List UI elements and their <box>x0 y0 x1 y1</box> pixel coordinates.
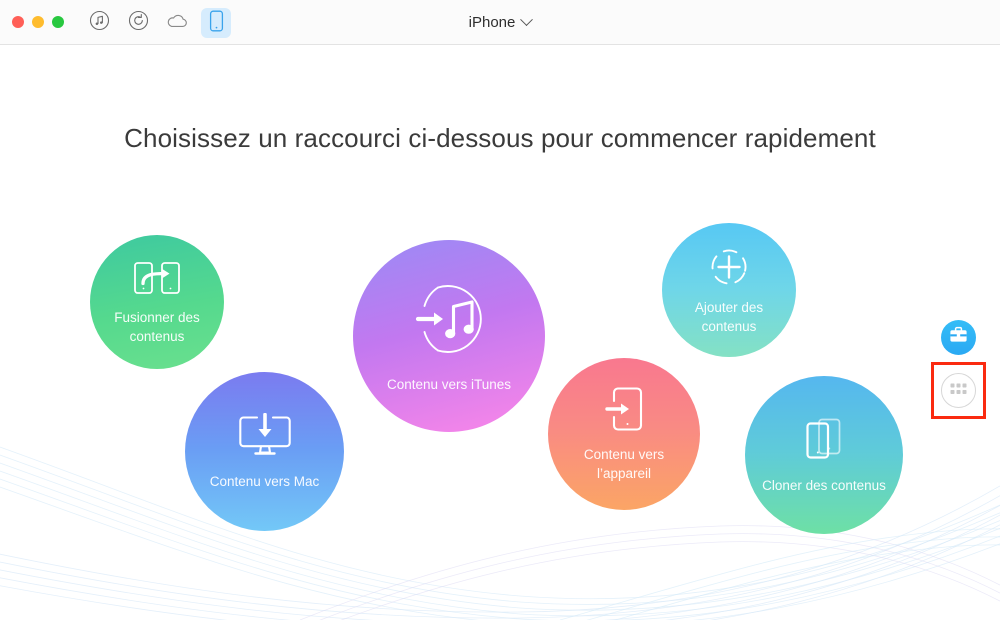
minimize-window-button[interactable] <box>32 16 44 28</box>
shortcut-content-to-mac[interactable]: Contenu vers Mac <box>185 372 344 531</box>
phone-icon <box>209 10 224 37</box>
phone-arrow-in-icon <box>602 385 646 433</box>
shortcut-clone-content[interactable]: Cloner des contenus <box>745 376 903 534</box>
toolbar-icon-group <box>84 8 231 38</box>
shortcut-label: Contenu vers l’appareil <box>583 447 665 481</box>
toolbox-icon <box>948 325 969 350</box>
plus-dashed-circle-icon <box>707 245 751 289</box>
apps-grid-button[interactable] <box>941 373 976 408</box>
shortcut-add-content[interactable]: Ajouter des contenus <box>662 223 796 357</box>
maximize-window-button[interactable] <box>52 16 64 28</box>
music-circle-arrow-icon <box>408 279 490 359</box>
shortcut-content-to-device[interactable]: Contenu vers l’appareil <box>548 358 700 510</box>
cloud-icon <box>165 12 189 35</box>
merge-phones-arrow-icon <box>133 259 181 299</box>
toolbar-music-button[interactable] <box>84 8 114 38</box>
shortcut-label: Cloner des contenus <box>762 478 886 493</box>
grid-apps-icon <box>950 382 967 400</box>
shortcut-content-to-itunes[interactable]: Contenu vers iTunes <box>353 240 545 432</box>
two-phones-icon <box>798 415 850 463</box>
window-controls <box>12 16 64 28</box>
refresh-icon <box>128 10 149 36</box>
shortcut-label: Fusionner des contenus <box>114 309 200 344</box>
main-stage: Choisissez un raccourci ci-dessous pour … <box>0 45 1000 620</box>
toolbar-iphone-button[interactable] <box>201 8 231 38</box>
window-titlebar: iPhone <box>0 0 1000 45</box>
toolbox-button[interactable] <box>941 320 976 355</box>
monitor-download-icon <box>237 412 293 459</box>
shortcut-merge-content[interactable]: Fusionner des contenus <box>90 235 224 369</box>
close-window-button[interactable] <box>12 16 24 28</box>
shortcut-label: Contenu vers iTunes <box>386 376 512 392</box>
toolbar-icloud-button[interactable] <box>162 8 192 38</box>
itools-window: iPhone Choisissez un raccourci ci-dessou… <box>0 0 1000 620</box>
device-name-label: iPhone <box>468 14 516 31</box>
music-note-icon <box>89 10 110 36</box>
shortcut-label: Ajouter des contenus <box>694 299 764 334</box>
toolbar-restore-button[interactable] <box>123 8 153 38</box>
page-title: Choisissez un raccourci ci-dessous pour … <box>124 123 876 153</box>
chevron-down-icon[interactable] <box>520 13 534 27</box>
shortcut-label: Contenu vers Mac <box>209 473 320 489</box>
